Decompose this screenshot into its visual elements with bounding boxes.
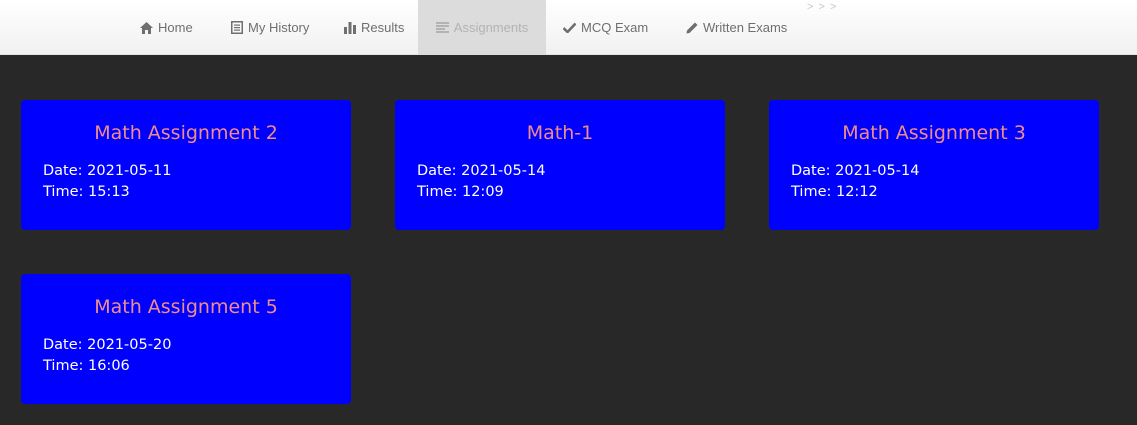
nav-my-history-label: My History [248,20,310,35]
assignment-date: Date: 2021-05-14 [417,163,546,179]
nav-mcq-exam-label: MCQ Exam [581,20,649,35]
history-icon [230,21,243,34]
assignment-date: Date: 2021-05-14 [791,163,920,179]
more-nav-arrows[interactable]: > > > [807,1,837,13]
assignment-time: Time: 12:09 [417,184,504,200]
home-icon [140,21,153,34]
nav-home-label: Home [158,20,193,35]
nav-my-history[interactable]: My History [230,0,309,55]
assignment-title: Math-1 [526,122,594,144]
assignment-title: Math Assignment 2 [94,122,278,144]
assignment-card[interactable]: Math Assignment 2 Date: 2021-05-11 Time:… [21,100,351,230]
nav-mcq-exam[interactable]: MCQ Exam [563,0,648,55]
top-navbar: Home My History Results Assignments MCQ … [0,0,1137,55]
pencil-icon [685,21,698,34]
assignment-date: Date: 2021-05-20 [43,337,172,353]
assignment-time: Time: 16:06 [43,358,130,374]
nav-home[interactable]: Home [140,0,193,55]
bar-chart-icon [343,21,356,34]
assignment-time: Time: 15:13 [43,184,130,200]
assignment-title: Math Assignment 5 [94,296,278,318]
assignment-card[interactable]: Math-1 Date: 2021-05-14 Time: 12:09 [395,100,725,230]
assignment-card[interactable]: Math Assignment 3 Date: 2021-05-14 Time:… [769,100,1099,230]
nav-results-label: Results [361,20,405,35]
nav-assignments[interactable]: Assignments [418,0,546,55]
nav-written-exams-label: Written Exams [703,20,788,35]
assignment-card[interactable]: Math Assignment 5 Date: 2021-05-20 Time:… [21,274,351,404]
assignment-date: Date: 2021-05-11 [43,163,172,179]
nav-assignments-label: Assignments [453,20,529,35]
list-icon [435,21,449,34]
assignment-time: Time: 12:12 [791,184,878,200]
assignment-title: Math Assignment 3 [842,122,1026,144]
nav-results[interactable]: Results [343,0,404,55]
nav-written-exams[interactable]: Written Exams [685,0,787,55]
check-icon [563,21,576,34]
